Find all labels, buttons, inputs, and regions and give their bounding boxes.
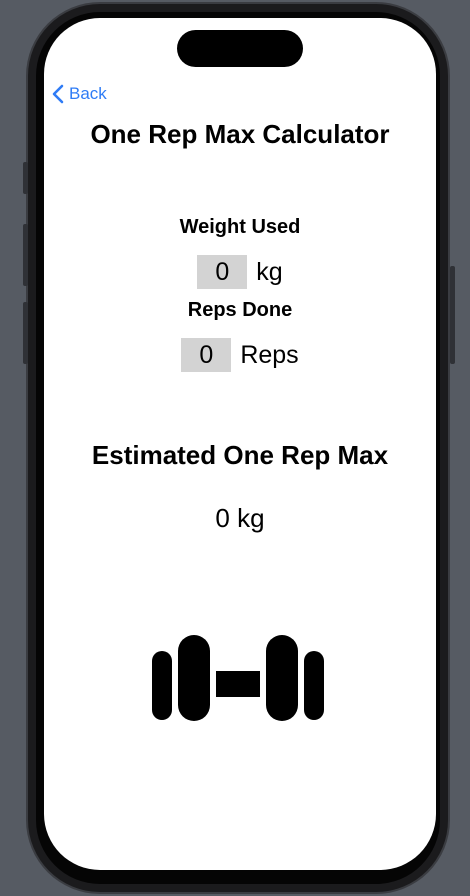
page-title: One Rep Max Calculator [90,119,390,149]
weight-input[interactable] [197,255,248,289]
result-value: 0 kg [215,503,265,533]
weight-unit: kg [256,257,283,286]
back-button-label: Back [69,84,107,103]
weight-input-row: kg [44,255,436,289]
reps-input-row: Reps [44,338,436,372]
reps-input[interactable] [181,338,232,372]
volume-down-button [23,302,28,364]
app-screen: Back One Rep Max Calculator Weight Used … [44,18,436,870]
dynamic-island [177,30,303,67]
reps-unit: Reps [240,340,299,369]
action-button [23,162,28,194]
reps-done-label: Reps Done [187,299,293,321]
result-title: Estimated One Rep Max [91,440,389,470]
weight-used-label: Weight Used [179,216,301,238]
volume-up-button [23,224,28,286]
power-button [450,266,455,364]
chevron-left-icon [52,84,64,104]
back-button[interactable]: Back [52,84,107,104]
dumbbell-icon [152,635,324,721]
